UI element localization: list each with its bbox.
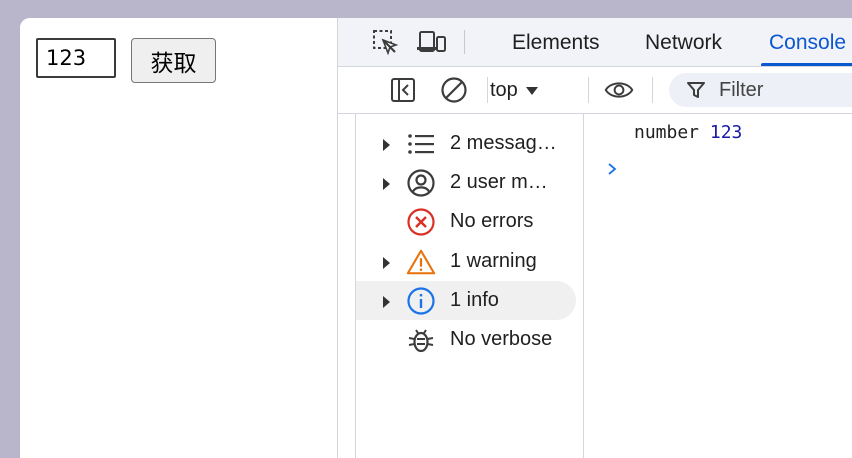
expand-arrow-icon[interactable] — [383, 296, 390, 308]
toolbar-separator — [652, 77, 653, 103]
sidebar-item-label: No verbose — [450, 328, 553, 350]
live-expression-eye-icon[interactable] — [604, 75, 634, 105]
get-button[interactable]: 获取 — [131, 38, 216, 83]
console-log-message: number 123 — [634, 122, 742, 143]
sidebar-item-label: 2 messag… — [450, 132, 557, 154]
console-prompt-chevron-icon[interactable] — [605, 162, 619, 176]
devtools-panel: Elements Network Console top Filter 2 me… — [338, 18, 852, 458]
expand-arrow-icon[interactable] — [383, 178, 390, 190]
page-content: 获取 — [20, 18, 337, 458]
sidebar-item-info[interactable]: 1 info — [356, 281, 576, 320]
console-sidebar: 2 messag… 2 user m… No errors 1 warning … — [355, 114, 584, 458]
warning-icon — [406, 247, 436, 277]
devtools-tabbar: Elements Network Console — [338, 18, 852, 67]
active-tab-indicator — [761, 63, 852, 66]
info-icon — [406, 286, 436, 316]
expand-arrow-icon[interactable] — [383, 139, 390, 151]
expand-arrow-icon[interactable] — [383, 257, 390, 269]
sidebar-item-label: 1 warning — [450, 250, 537, 272]
sidebar-item-warnings[interactable]: 1 warning — [356, 242, 576, 281]
user-icon — [406, 168, 436, 198]
value-input[interactable] — [36, 38, 116, 78]
tabbar-separator — [464, 30, 465, 54]
tab-network[interactable]: Network — [643, 18, 724, 66]
error-icon — [406, 207, 436, 237]
list-icon — [406, 129, 436, 159]
inspect-element-icon[interactable] — [370, 28, 400, 56]
clear-console-icon[interactable] — [439, 75, 469, 105]
context-selector[interactable]: top — [490, 75, 538, 105]
console-output[interactable]: number 123 — [583, 114, 852, 458]
log-value: 123 — [709, 122, 743, 143]
bug-icon — [406, 325, 436, 355]
chevron-down-icon — [525, 86, 538, 95]
toolbar-separator — [588, 77, 589, 103]
sidebar-item-user-messages[interactable]: 2 user m… — [356, 163, 576, 202]
sidebar-item-label: 2 user m… — [450, 171, 548, 193]
context-label: top — [490, 79, 518, 101]
sidebar-item-label: 1 info — [450, 289, 499, 311]
sidebar-item-errors[interactable]: No errors — [356, 202, 576, 241]
sidebar-item-messages[interactable]: 2 messag… — [356, 124, 576, 163]
sidebar-item-verbose[interactable]: No verbose — [356, 320, 576, 359]
tab-console-label: Console — [769, 31, 847, 54]
sidebar-item-label: No errors — [450, 210, 534, 232]
browser-window: 获取 Elements Network — [20, 18, 852, 458]
filter-placeholder: Filter — [719, 79, 764, 101]
tab-elements[interactable]: Elements — [510, 18, 602, 66]
filter-input[interactable]: Filter — [669, 73, 852, 107]
tab-console[interactable]: Console — [761, 18, 852, 66]
console-toolbar: top Filter — [338, 67, 852, 114]
sidebar-toggle-icon[interactable] — [388, 75, 418, 105]
toolbar-separator — [487, 77, 488, 103]
filter-icon — [687, 82, 705, 98]
log-type: number — [634, 122, 700, 143]
device-toolbar-icon[interactable] — [416, 28, 446, 56]
